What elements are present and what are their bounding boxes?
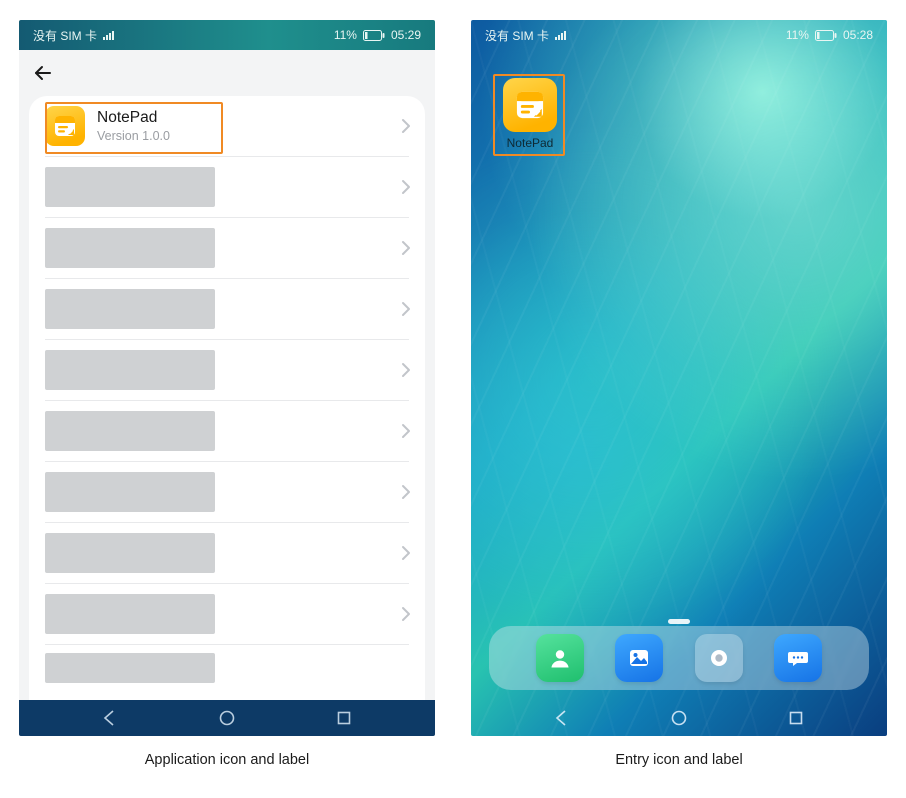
chevron-right-icon <box>401 545 411 561</box>
home-screen: NotePad <box>471 20 887 736</box>
app-list-row-placeholder[interactable] <box>29 645 425 685</box>
nav-back-button[interactable] <box>536 704 588 732</box>
placeholder-block <box>45 167 215 207</box>
status-bar-left: 没有 SIM 卡 11% 05:29 <box>19 20 435 50</box>
page-indicator <box>668 619 690 624</box>
dock-messages-icon[interactable] <box>774 634 822 682</box>
battery-pct: 11% <box>786 28 809 42</box>
battery-icon <box>815 30 837 41</box>
nav-recent-button[interactable] <box>318 704 370 732</box>
nav-recent-button[interactable] <box>770 704 822 732</box>
phone-right: 没有 SIM 卡 11% 05:28 <box>471 20 887 736</box>
chevron-right-icon <box>401 118 411 134</box>
placeholder-block <box>45 289 215 329</box>
right-column: 没有 SIM 卡 11% 05:28 <box>471 20 887 768</box>
chevron-right-icon <box>401 179 411 195</box>
chevron-right-icon <box>401 301 411 317</box>
nav-back-button[interactable] <box>84 704 136 732</box>
dock <box>489 626 869 690</box>
app-list-row-placeholder[interactable] <box>29 218 425 278</box>
chevron-right-icon <box>401 606 411 622</box>
dock-contacts-icon[interactable] <box>536 634 584 682</box>
app-list-row-placeholder[interactable] <box>29 523 425 583</box>
back-row <box>19 50 435 96</box>
placeholder-block <box>45 411 215 451</box>
app-list-row-placeholder[interactable] <box>29 584 425 644</box>
app-list-row-notepad[interactable]: NotePad Version 1.0.0 <box>29 96 425 156</box>
chevron-right-icon <box>401 362 411 378</box>
status-bar-right: 没有 SIM 卡 11% 05:28 <box>471 20 887 50</box>
carrier-label: 没有 SIM 卡 <box>33 27 97 44</box>
app-list-row-placeholder[interactable] <box>29 401 425 461</box>
clock-right: 05:28 <box>843 28 873 42</box>
app-version: Version 1.0.0 <box>97 129 393 143</box>
battery-icon <box>363 30 385 41</box>
placeholder-block <box>45 472 215 512</box>
dock-gallery-icon[interactable] <box>615 634 663 682</box>
app-name: NotePad <box>97 109 393 128</box>
nav-bar-left <box>19 700 435 736</box>
battery-pct: 11% <box>334 28 357 42</box>
carrier-label: 没有 SIM 卡 <box>485 27 549 44</box>
app-list-card: NotePad Version 1.0.0 <box>29 96 425 700</box>
placeholder-block <box>45 228 215 268</box>
placeholder-block <box>45 533 215 573</box>
nav-bar-right <box>471 700 887 736</box>
home-app-shortcut[interactable]: NotePad <box>495 78 565 150</box>
chevron-right-icon <box>401 484 411 500</box>
phone-left: 没有 SIM 卡 11% 05:29 <box>19 20 435 736</box>
placeholder-block <box>45 653 215 683</box>
placeholder-block <box>45 594 215 634</box>
nav-home-button[interactable] <box>201 704 253 732</box>
placeholder-block <box>45 350 215 390</box>
notepad-icon <box>503 78 557 132</box>
app-list-row-placeholder[interactable] <box>29 279 425 339</box>
chevron-right-icon <box>401 240 411 256</box>
home-app-label: NotePad <box>495 136 565 150</box>
clock-left: 05:29 <box>391 28 421 42</box>
app-list-row-placeholder[interactable] <box>29 340 425 400</box>
nav-home-button[interactable] <box>653 704 705 732</box>
left-column: 没有 SIM 卡 11% 05:29 <box>19 20 435 768</box>
signal-icon <box>555 30 569 40</box>
chevron-right-icon <box>401 423 411 439</box>
signal-icon <box>103 30 117 40</box>
dock-camera-icon[interactable] <box>695 634 743 682</box>
notepad-icon <box>45 106 85 146</box>
figure-stage: 没有 SIM 卡 11% 05:29 <box>0 20 906 768</box>
app-list-row-placeholder[interactable] <box>29 462 425 522</box>
back-arrow-icon[interactable] <box>31 61 55 85</box>
app-list-row-placeholder[interactable] <box>29 157 425 217</box>
